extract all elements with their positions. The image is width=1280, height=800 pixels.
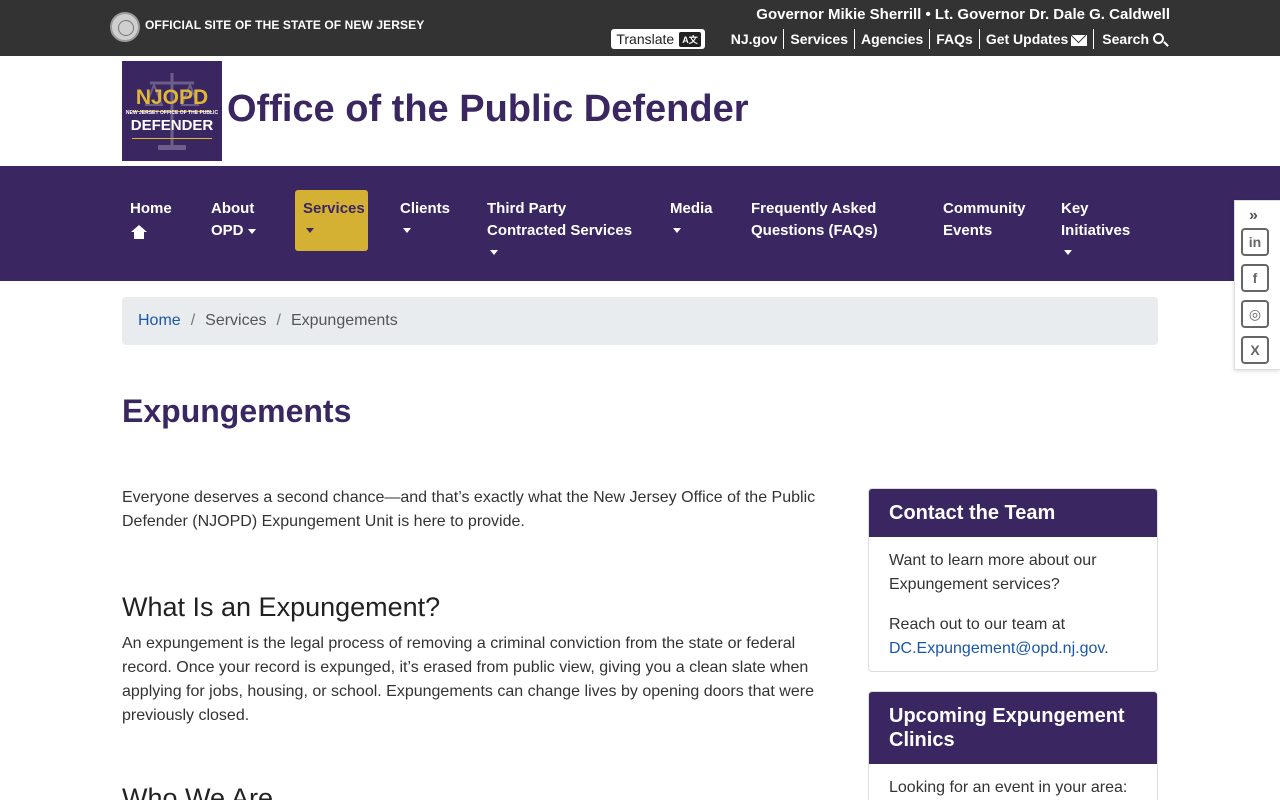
nav-third-party-label-2: Contracted Services xyxy=(487,222,633,239)
envelope-icon xyxy=(1071,34,1088,46)
instagram-icon[interactable]: ◎ xyxy=(1241,300,1269,328)
translate-button[interactable]: Translate A文 xyxy=(611,29,705,49)
breadcrumb-current: Expungements xyxy=(290,312,398,329)
nav-community-label-2: Events xyxy=(943,222,993,239)
section-heading-who-we-are: Who We Are xyxy=(122,783,274,800)
nav-services-label: Services xyxy=(303,200,365,217)
logo-rule-bottom xyxy=(132,138,212,139)
breadcrumb: Home / Services / Expungements xyxy=(122,297,1158,345)
nj-seal-icon xyxy=(110,12,140,42)
breadcrumb-separator: / xyxy=(190,312,196,329)
nav-third-party-label-1: Third Party xyxy=(487,200,567,217)
breadcrumb-separator: / xyxy=(276,312,281,329)
caret-down-icon xyxy=(306,228,314,233)
clinics-card-body: Looking for an event in your area: xyxy=(869,764,1157,800)
intro-paragraph: Everyone deserves a second chance—and th… xyxy=(122,489,816,530)
contact-card-body: Want to learn more about our Expungement… xyxy=(869,537,1157,671)
nav-about-label-2: OPD xyxy=(211,222,244,239)
njgov-link[interactable]: NJ.gov xyxy=(725,29,784,49)
nav-media[interactable]: Media xyxy=(662,190,721,241)
nav-faqs-label-1: Frequently Asked xyxy=(751,200,877,217)
definition-paragraph: An expungement is the legal process of r… xyxy=(122,635,814,724)
nav-key-label-1: Key xyxy=(1061,200,1089,217)
main-nav: Home About OPD Services Clients Third Pa… xyxy=(0,166,1280,281)
contact-reach-text: Reach out to our team at xyxy=(889,616,1066,633)
facebook-icon[interactable]: f xyxy=(1241,264,1269,292)
get-updates-link[interactable]: Get Updates xyxy=(978,29,1093,49)
governor-line: Governor Mikie Sherrill • Lt. Governor D… xyxy=(756,6,1170,23)
contact-team-card: Contact the Team Want to learn more abou… xyxy=(868,488,1158,672)
caret-down-icon xyxy=(403,228,411,233)
state-topbar: OFFICIAL SITE OF THE STATE OF NEW JERSEY… xyxy=(0,0,1280,56)
nav-faqs-label-2: Questions (FAQs) xyxy=(751,222,878,239)
nav-services[interactable]: Services xyxy=(295,190,368,251)
nav-faqs[interactable]: Frequently Asked Questions (FAQs) xyxy=(743,190,886,250)
page-title: Expungements xyxy=(122,393,352,429)
caret-down-icon xyxy=(673,228,681,233)
breadcrumb-services[interactable]: Services xyxy=(205,312,266,330)
search-label: Search xyxy=(1102,31,1149,47)
site-title[interactable]: Office of the Public Defender xyxy=(227,88,749,131)
breadcrumb-home-link[interactable]: Home xyxy=(138,312,181,330)
nav-clients-label: Clients xyxy=(400,200,451,217)
services-link[interactable]: Services xyxy=(783,29,854,49)
nav-clients[interactable]: Clients xyxy=(392,190,458,241)
nav-about-label-1: About xyxy=(211,200,255,217)
contact-card-reach: Reach out to our team at DC.Expungement@o… xyxy=(889,613,1137,661)
nav-home-label: Home xyxy=(130,200,172,217)
caret-down-icon xyxy=(247,228,256,234)
expungement-email-link[interactable]: DC.Expungement@opd.nj.gov xyxy=(889,640,1104,657)
agencies-link[interactable]: Agencies xyxy=(854,29,929,49)
translate-label: Translate xyxy=(616,31,675,47)
search-link[interactable]: Search xyxy=(1093,29,1170,49)
caret-down-icon xyxy=(1064,250,1072,255)
clinics-card-text: Looking for an event in your area: xyxy=(889,779,1128,796)
nav-about[interactable]: About OPD xyxy=(203,190,264,250)
clinics-card: Upcoming Expungement Clinics Looking for… xyxy=(868,691,1158,800)
contact-card-title: Contact the Team xyxy=(869,489,1157,537)
nav-third-party[interactable]: Third Party Contracted Services xyxy=(479,190,640,263)
logo-subtitle: NEW JERSEY OFFICE OF THE PUBLIC xyxy=(125,110,219,116)
contact-period: . xyxy=(1104,640,1109,657)
nav-media-label: Media xyxy=(670,200,713,217)
social-sidebar: » in f ◎ X xyxy=(1234,200,1280,370)
search-icon xyxy=(1153,32,1164,44)
collapse-chevrons-icon[interactable]: » xyxy=(1249,207,1258,225)
logo-njopd: NJOPD xyxy=(135,86,209,109)
nav-key-initiatives[interactable]: Key Initiatives xyxy=(1053,190,1138,263)
home-icon xyxy=(131,225,147,239)
x-twitter-icon[interactable]: X xyxy=(1241,336,1269,364)
contact-card-text: Want to learn more about our Expungement… xyxy=(889,552,1097,593)
top-links: Translate A文 NJ.gov Services Agencies FA… xyxy=(611,28,1170,50)
nav-home[interactable]: Home xyxy=(122,190,180,247)
logo-defender: DEFENDER xyxy=(130,117,214,134)
translate-icon: A文 xyxy=(679,31,701,47)
faqs-link[interactable]: FAQs xyxy=(929,29,979,49)
section-heading-what-is: What Is an Expungement? xyxy=(122,592,441,622)
linkedin-icon[interactable]: in xyxy=(1241,228,1269,256)
official-site-label: OFFICIAL SITE OF THE STATE OF NEW JERSEY xyxy=(145,18,425,32)
nav-key-label-2: Initiatives xyxy=(1061,222,1131,239)
get-updates-label: Get Updates xyxy=(985,31,1069,47)
nav-community-label-1: Community xyxy=(943,200,1026,217)
clinics-card-title: Upcoming Expungement Clinics xyxy=(869,692,1157,764)
njopd-logo[interactable]: NJOPD NEW JERSEY OFFICE OF THE PUBLIC DE… xyxy=(122,61,222,161)
nav-community-events[interactable]: Community Events xyxy=(935,190,1034,250)
caret-down-icon xyxy=(490,250,498,255)
